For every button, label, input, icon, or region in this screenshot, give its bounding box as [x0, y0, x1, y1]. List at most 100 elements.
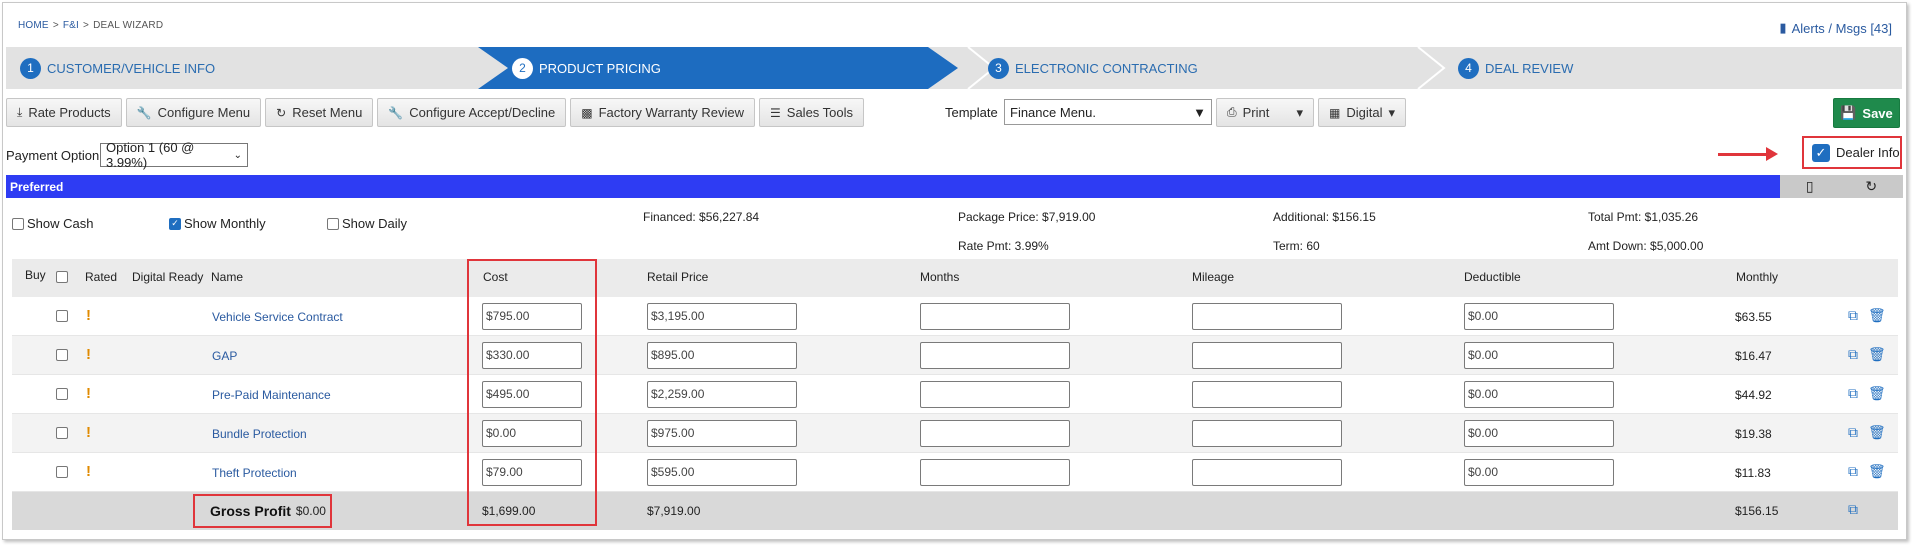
deductible-input[interactable]: $0.00 — [1464, 342, 1614, 369]
chart-icon: ▩ — [581, 105, 593, 120]
wizard-steps: 1 CUSTOMER/VEHICLE INFO 2 PRODUCT PRICIN… — [6, 47, 1902, 89]
step-label: PRODUCT PRICING — [539, 60, 661, 76]
configure-accept-decline-button[interactable]: 🔧 Configure Accept/Decline — [377, 98, 567, 127]
deductible-input[interactable]: $0.00 — [1464, 420, 1614, 447]
gross-profit-value: $0.00 — [295, 504, 326, 518]
mileage-input[interactable] — [1192, 381, 1342, 408]
alerts-link[interactable]: ▮ Alerts / Msgs [43] — [1779, 20, 1892, 36]
step-label: ELECTRONIC CONTRACTING — [1015, 60, 1198, 76]
print-icon: ⎙ — [1227, 105, 1237, 119]
wizard-step-electronic-contracting[interactable]: 3 ELECTRONIC CONTRACTING — [988, 47, 1198, 89]
breadcrumb-home[interactable]: HOME — [18, 20, 49, 31]
copy-icon[interactable]: ⧉ — [1848, 385, 1858, 402]
monthly-value: $11.83 — [1735, 466, 1771, 480]
button-label: Configure Accept/Decline — [409, 105, 556, 120]
mobile-icon[interactable]: ▯ — [1806, 178, 1814, 195]
product-name-link[interactable]: GAP — [212, 349, 237, 363]
deductible-input[interactable]: $0.00 — [1464, 459, 1614, 486]
warning-icon: ! — [86, 463, 91, 480]
months-input[interactable] — [920, 420, 1070, 447]
retail-price-input[interactable]: $3,195.00 — [647, 303, 797, 330]
summary-rate-pmt: Rate Pmt: 3.99% — [958, 239, 1049, 253]
deductible-input[interactable]: $0.00 — [1464, 381, 1614, 408]
product-name-link[interactable]: Pre-Paid Maintenance — [212, 388, 331, 402]
retail-price-input[interactable]: $895.00 — [647, 342, 797, 369]
show-daily-option[interactable]: Show Daily — [327, 216, 407, 231]
wizard-step-product-pricing[interactable]: 2 PRODUCT PRICING — [512, 47, 661, 89]
mileage-input[interactable] — [1192, 459, 1342, 486]
wizard-step-deal-review[interactable]: 4 DEAL REVIEW — [1458, 47, 1573, 89]
col-deductible: Deductible — [1464, 270, 1521, 284]
warning-icon: ! — [86, 346, 91, 363]
configure-menu-button[interactable]: 🔧 Configure Menu — [125, 98, 262, 127]
copy-icon[interactable]: ⧉ — [1848, 501, 1858, 518]
trash-icon[interactable]: 🗑 — [1868, 463, 1886, 480]
table-row: ! Vehicle Service Contract $795.00 $3,19… — [12, 297, 1898, 336]
trash-icon[interactable]: 🗑 — [1868, 307, 1886, 324]
breadcrumb-separator: > — [52, 20, 59, 31]
save-button[interactable]: 💾 Save — [1833, 98, 1900, 128]
trash-icon[interactable]: 🗑 — [1868, 346, 1886, 363]
copy-icon[interactable]: ⧉ — [1848, 424, 1858, 441]
trash-icon[interactable]: 🗑 — [1868, 385, 1886, 402]
mileage-input[interactable] — [1192, 342, 1342, 369]
wizard-step-customer[interactable]: 1 CUSTOMER/VEHICLE INFO — [20, 47, 215, 89]
retail-price-input[interactable]: $975.00 — [647, 420, 797, 447]
step-label: CUSTOMER/VEHICLE INFO — [47, 60, 216, 76]
summary-financed: Financed: $56,227.84 — [643, 210, 760, 224]
copy-icon[interactable]: ⧉ — [1848, 463, 1858, 480]
retail-price-input[interactable]: $595.00 — [647, 459, 797, 486]
summary-term: Term: 60 — [1273, 239, 1320, 253]
show-monthly-option[interactable]: ✓ Show Monthly — [169, 216, 266, 231]
list-icon: ☰ — [770, 105, 781, 120]
product-name-link[interactable]: Vehicle Service Contract — [212, 310, 343, 324]
template-select[interactable]: Finance Menu. ▼ — [1004, 99, 1212, 125]
table-row: ! GAP $330.00 $895.00 $0.00 $16.47 ⧉ 🗑 — [12, 336, 1898, 375]
product-name-link[interactable]: Bundle Protection — [212, 427, 307, 441]
buy-checkbox[interactable] — [56, 310, 68, 322]
show-daily-label: Show Daily — [342, 216, 408, 231]
trash-icon[interactable]: 🗑 — [1868, 424, 1886, 441]
print-button[interactable]: ⎙ Print ▾ — [1216, 98, 1314, 127]
button-label: Print — [1242, 105, 1270, 120]
payment-option-select[interactable]: Option 1 (60 @ 3.99%) ⌄ — [100, 140, 248, 170]
months-input[interactable] — [920, 342, 1070, 369]
months-input[interactable] — [920, 381, 1070, 408]
deductible-input[interactable]: $0.00 — [1464, 303, 1614, 330]
mileage-input[interactable] — [1192, 420, 1342, 447]
select-all-checkbox[interactable] — [56, 271, 68, 283]
gross-profit-highlight: Gross Profit $0.00 — [193, 494, 332, 528]
callout-arrow-head — [1766, 147, 1778, 161]
show-cash-option[interactable]: Show Cash — [12, 216, 93, 231]
reset-menu-button[interactable]: ↻ Reset Menu — [265, 98, 374, 127]
sales-tools-button[interactable]: ☰ Sales Tools — [759, 98, 865, 127]
dealer-info-toggle[interactable]: ✓ Dealer Info — [1802, 136, 1902, 169]
checkbox[interactable] — [12, 217, 24, 230]
buy-checkbox[interactable] — [56, 388, 68, 400]
buy-checkbox[interactable] — [56, 427, 68, 439]
copy-icon[interactable]: ⧉ — [1848, 307, 1858, 324]
checkbox-checked-icon[interactable]: ✓ — [1812, 143, 1830, 162]
buy-checkbox[interactable] — [56, 349, 68, 361]
col-monthly: Monthly — [1736, 270, 1779, 284]
callout-arrow — [1718, 153, 1770, 156]
mileage-input[interactable] — [1192, 303, 1342, 330]
total-retail: $7,919.00 — [647, 504, 701, 518]
checkbox[interactable] — [327, 217, 339, 230]
product-name-link[interactable]: Theft Protection — [212, 466, 297, 480]
copy-icon[interactable]: ⧉ — [1848, 346, 1858, 363]
summary-amt-down: Amt Down: $5,000.00 — [1588, 239, 1704, 253]
rate-products-button[interactable]: ⤓ Rate Products — [6, 98, 122, 127]
months-input[interactable] — [920, 303, 1070, 330]
retail-price-input[interactable]: $2,259.00 — [647, 381, 797, 408]
col-mileage: Mileage — [1192, 270, 1235, 284]
digital-button[interactable]: ▦ Digital ▾ — [1318, 98, 1406, 127]
buy-checkbox[interactable] — [56, 466, 68, 478]
refresh-icon[interactable]: ↻ — [1865, 178, 1877, 195]
checkbox-checked-icon[interactable]: ✓ — [169, 217, 181, 230]
breadcrumb-current: DEAL WIZARD — [93, 20, 164, 31]
breadcrumb-fi[interactable]: F&I — [63, 20, 79, 31]
months-input[interactable] — [920, 459, 1070, 486]
factory-warranty-review-button[interactable]: ▩ Factory Warranty Review — [570, 98, 756, 127]
preferred-actions: ▯ ↻ — [1780, 175, 1903, 198]
